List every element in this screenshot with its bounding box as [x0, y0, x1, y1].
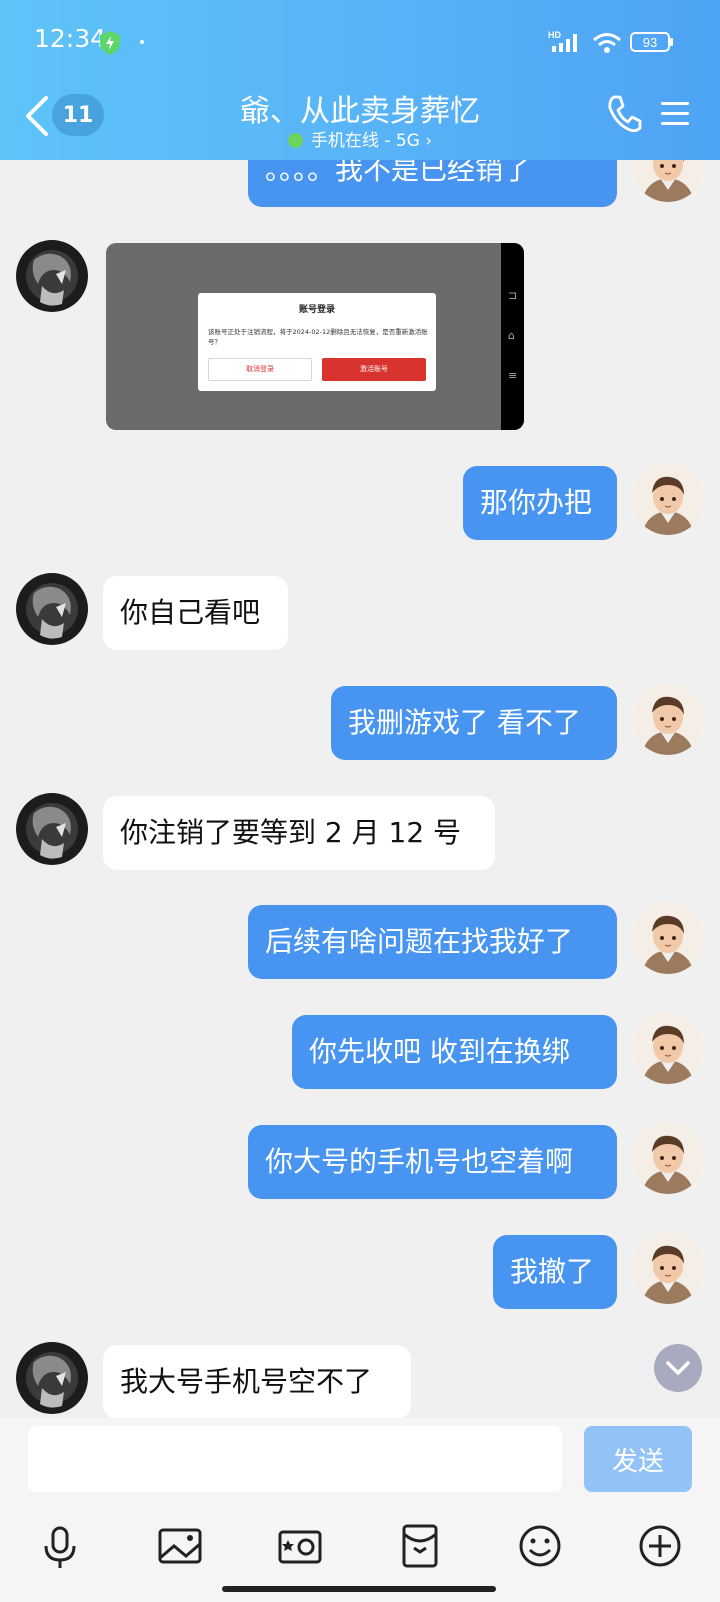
- my-avatar[interactable]: [632, 1232, 704, 1304]
- chat-screen: 。。。。我不是已经销了 账号登录 该账号正处于注销流程，将于2024-02-12…: [0, 0, 720, 1602]
- microphone-icon[interactable]: [36, 1522, 84, 1570]
- status-time: 12:34: [34, 24, 107, 53]
- battery-level: 93: [643, 35, 657, 50]
- online-status[interactable]: 手机在线 - 5G ›: [170, 126, 550, 151]
- chevron-down-icon: [666, 1361, 690, 1375]
- message-bubble-incoming[interactable]: 你自己看吧: [103, 576, 288, 650]
- message-bubble-outgoing[interactable]: 那你办把: [463, 466, 617, 540]
- chat-title[interactable]: 爺、从此卖身葬忆: [170, 86, 550, 130]
- message-bubble-outgoing[interactable]: 后续有啥问题在找我好了: [248, 905, 617, 979]
- message-input[interactable]: [28, 1426, 562, 1492]
- image-icon[interactable]: [156, 1522, 204, 1570]
- home-indicator[interactable]: [222, 1586, 496, 1592]
- cellular-signal-icon: HD: [548, 30, 577, 52]
- dialog-title: 账号登录: [298, 305, 335, 315]
- back-nav-icon: ⊐: [508, 289, 518, 302]
- phone-call-icon[interactable]: [606, 94, 642, 134]
- message-list[interactable]: 。。。。我不是已经销了 账号登录 该账号正处于注销流程，将于2024-02-12…: [0, 0, 720, 1418]
- activate-account-button: 激活账号: [322, 358, 426, 381]
- account-login-dialog: 账号登录 该账号正处于注销流程，将于2024-02-12删除且无法恢复，是否重新…: [198, 293, 436, 391]
- message-bubble-outgoing[interactable]: 你先收吧 收到在换绑: [292, 1015, 617, 1089]
- contact-avatar[interactable]: [16, 793, 88, 865]
- message-bubble-outgoing[interactable]: 你大号的手机号也空着啊: [248, 1125, 617, 1199]
- my-avatar[interactable]: [632, 463, 704, 535]
- input-area: 发送: [0, 1418, 720, 1602]
- battery-indicator: 93: [630, 31, 674, 53]
- send-button[interactable]: 发送: [584, 1426, 692, 1492]
- my-avatar[interactable]: [632, 1122, 704, 1194]
- emoji-icon[interactable]: [516, 1522, 564, 1570]
- online-status-text: 手机在线 - 5G: [310, 131, 420, 151]
- my-avatar[interactable]: [632, 1012, 704, 1084]
- plus-icon[interactable]: [636, 1522, 684, 1570]
- contact-avatar[interactable]: [16, 240, 88, 312]
- screenshot-image-message[interactable]: 账号登录 该账号正处于注销流程，将于2024-02-12删除且无法恢复，是否重新…: [106, 243, 524, 430]
- scroll-to-bottom-button[interactable]: [654, 1344, 702, 1392]
- message-bubble-incoming[interactable]: 我大号手机号空不了: [103, 1345, 411, 1418]
- online-indicator-icon: [287, 133, 303, 148]
- chevron-right-icon: ›: [425, 131, 433, 151]
- chat-header: 12:34 HD 93 11 爺、从此卖身葬忆 手机在线 - 5G ›: [0, 0, 720, 160]
- contact-avatar[interactable]: [16, 1342, 88, 1414]
- dialog-body: 该账号正处于注销流程，将于2024-02-12删除且无法恢复，是否重新激活账号？: [208, 328, 428, 346]
- camera-icon[interactable]: [276, 1522, 324, 1570]
- wifi-icon: [593, 33, 621, 53]
- status-dot: [140, 40, 144, 44]
- back-arrow-icon[interactable]: [22, 94, 52, 138]
- svg-text:HD: HD: [548, 30, 561, 40]
- my-avatar[interactable]: [632, 902, 704, 974]
- message-bubble-outgoing[interactable]: 我删游戏了 看不了: [331, 686, 617, 760]
- message-bubble-incoming[interactable]: 你注销了要等到 2 月 12 号: [103, 796, 495, 870]
- menu-nav-icon: ≡: [508, 369, 518, 382]
- menu-icon[interactable]: [660, 100, 690, 128]
- message-bubble-outgoing[interactable]: 我撤了: [493, 1235, 617, 1309]
- cancel-login-button: 取消登录: [208, 358, 312, 381]
- my-avatar[interactable]: [632, 683, 704, 755]
- android-nav-bar: ⊐ ⌂ ≡: [501, 243, 524, 430]
- shield-icon: [100, 31, 120, 55]
- unread-count-badge[interactable]: 11: [52, 94, 104, 136]
- home-nav-icon: ⌂: [508, 329, 515, 342]
- contact-avatar[interactable]: [16, 573, 88, 645]
- red-packet-icon[interactable]: [396, 1522, 444, 1570]
